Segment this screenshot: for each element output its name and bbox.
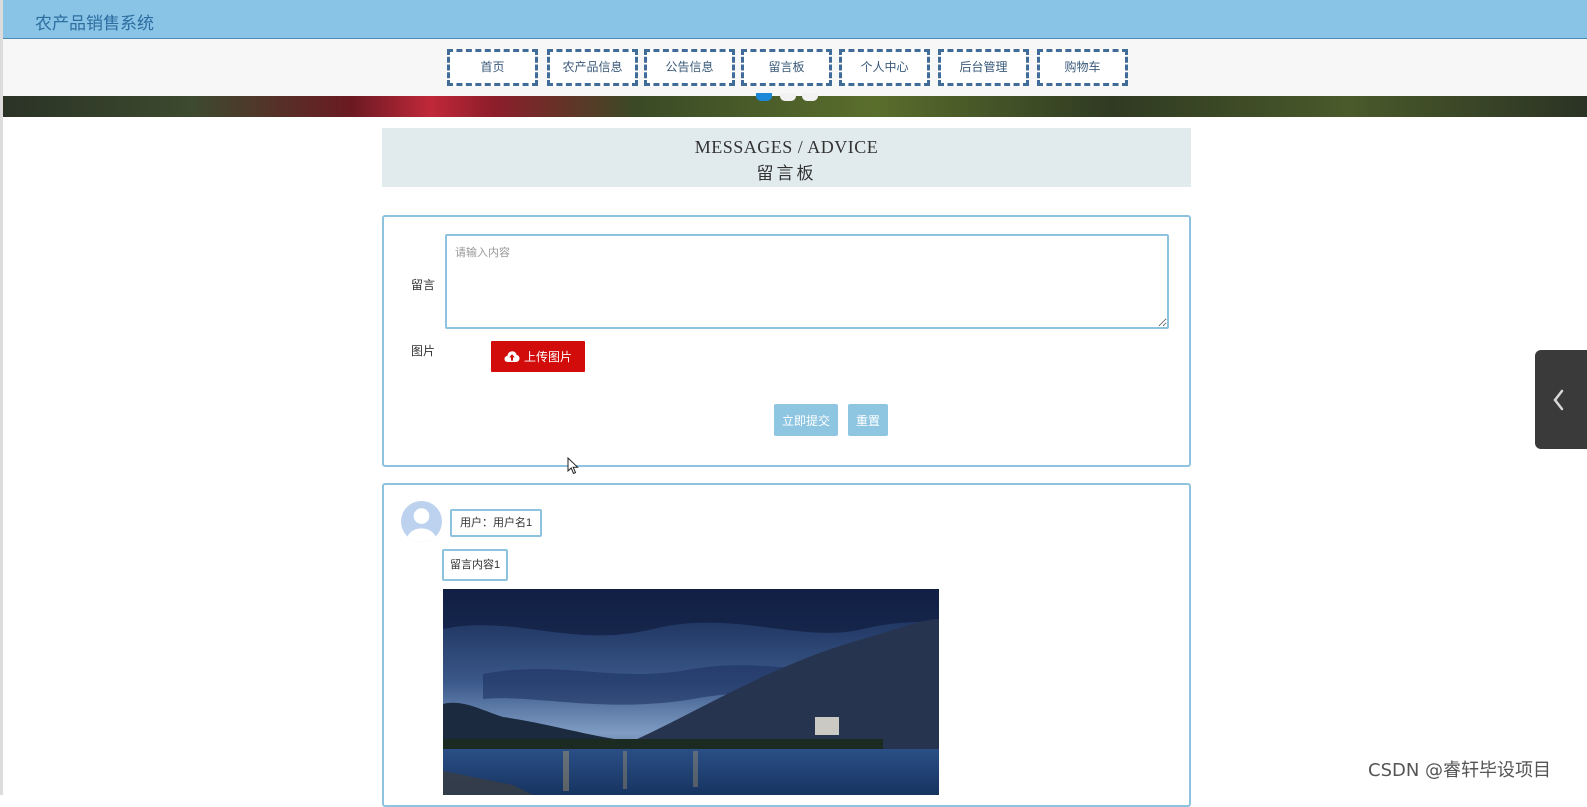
app-title: 农产品销售系统 [35, 14, 154, 33]
user-avatar-icon [400, 500, 443, 543]
page-heading: MESSAGES / ADVICE 留言板 [382, 128, 1191, 187]
nav-item-message-board[interactable]: 留言板 [741, 49, 832, 86]
image-label: 图片 [411, 344, 436, 358]
nav-item-cart[interactable]: 购物车 [1037, 49, 1128, 86]
carousel-dot-1[interactable] [756, 93, 772, 101]
nav-item-home[interactable]: 首页 [447, 49, 538, 86]
message-label: 留言 [411, 278, 436, 292]
upload-image-label: 上传图片 [523, 350, 572, 364]
side-collapse-tab[interactable] [1535, 350, 1587, 449]
message-textarea[interactable] [445, 234, 1169, 329]
nav-item-personal-center[interactable]: 个人中心 [839, 49, 930, 86]
upload-image-button[interactable]: 上传图片 [491, 341, 585, 372]
message-image [443, 589, 939, 795]
nav-item-announcements[interactable]: 公告信息 [644, 49, 735, 86]
mouse-cursor-icon [567, 457, 579, 475]
nav-bar: 首页 农产品信息 公告信息 留言板 个人中心 后台管理 购物车 [3, 39, 1587, 96]
banner-carousel [3, 96, 1587, 117]
message-user-tag: 用户：用户名1 [450, 509, 543, 537]
message-content-tag: 留言内容1 [442, 549, 509, 581]
nav-item-admin[interactable]: 后台管理 [938, 49, 1029, 86]
nav-item-products[interactable]: 农产品信息 [547, 49, 638, 86]
top-header: 农产品销售系统 [3, 0, 1587, 39]
chevron-left-icon [1553, 389, 1564, 411]
window-left-edge [0, 0, 3, 795]
page-heading-cn: 留言板 [756, 164, 817, 183]
carousel-dot-3[interactable] [802, 93, 818, 101]
carousel-dot-2[interactable] [780, 93, 796, 101]
page-heading-en: MESSAGES / ADVICE [694, 137, 879, 157]
reset-button[interactable]: 重置 [848, 404, 888, 436]
submit-button[interactable]: 立即提交 [774, 404, 838, 436]
cloud-upload-icon [504, 351, 520, 362]
watermark-text: CSDN @睿轩毕设项目 [1368, 760, 1552, 781]
